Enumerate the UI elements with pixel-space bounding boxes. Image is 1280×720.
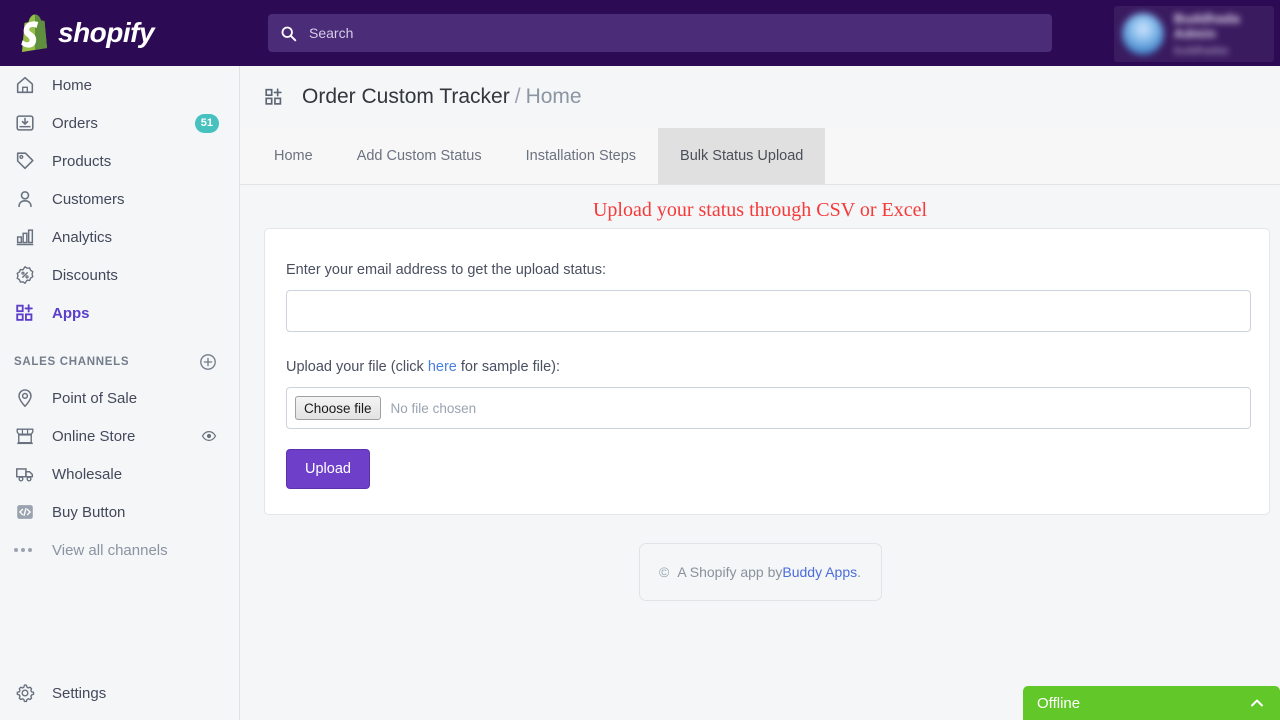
sidebar-item-orders[interactable]: Orders 51 [0, 104, 239, 142]
customers-person-icon [18, 191, 32, 208]
tab-bar: Home Add Custom Status Installation Step… [240, 128, 1280, 185]
chevron-up-icon[interactable] [1248, 694, 1266, 712]
sidebar-item-label: Apps [52, 304, 90, 322]
upload-label-pre: Upload your file (click [286, 359, 428, 375]
tab-installation-steps[interactable]: Installation Steps [504, 128, 658, 184]
sidebar-item-label: Analytics [52, 228, 113, 246]
footer-period: . [857, 564, 862, 580]
breadcrumb-separator: / [514, 85, 521, 108]
sidebar-item-buy-button[interactable]: Buy Button [0, 493, 239, 531]
sidebar-item-label: Online Store [52, 427, 136, 445]
footer-text: A Shopify app by [677, 564, 783, 580]
upload-file-label: Upload your file (click here for sample … [286, 359, 1249, 375]
page-title: Order Custom Tracker [302, 85, 510, 108]
copyright-icon: © [658, 564, 670, 580]
search-placeholder: Search [309, 25, 354, 41]
choose-file-button[interactable]: Choose file [295, 396, 381, 420]
sidebar-item-label: Point of Sale [52, 389, 138, 407]
user-name: Buddhada Admin [1174, 11, 1240, 41]
tab-bulk-status-upload[interactable]: Bulk Status Upload [658, 128, 826, 184]
footer-pill: © A Shopify app by Buddy Apps . [638, 543, 882, 601]
user-store: buddhadas [1174, 45, 1229, 57]
sidebar-item-customers[interactable]: Customers [0, 180, 239, 218]
chat-status-label: Offline [1037, 694, 1081, 712]
email-field[interactable] [286, 290, 1251, 332]
eye-icon[interactable] [201, 428, 217, 444]
location-pin-icon [18, 389, 32, 408]
shopify-wordmark: shopify [58, 17, 155, 48]
delivery-truck-icon [16, 468, 34, 482]
gear-icon [16, 684, 35, 703]
sidebar-item-label: View all channels [52, 541, 168, 559]
footer: © A Shopify app by Buddy Apps . [240, 543, 1280, 601]
shopify-bag-icon [21, 14, 47, 52]
discounts-percent-icon [16, 266, 34, 284]
email-label: Enter your email address to get the uplo… [286, 262, 606, 278]
sidebar-item-label: Discounts [52, 266, 118, 284]
upload-button[interactable]: Upload [286, 449, 370, 489]
upload-label-post: for sample file): [456, 359, 561, 375]
sidebar-item-home[interactable]: Home [0, 66, 239, 104]
sidebar-item-settings[interactable]: Settings [0, 674, 240, 712]
sidebar-item-discounts[interactable]: Discounts [0, 256, 239, 294]
search-input[interactable]: Search [268, 14, 1052, 52]
orders-icon [16, 115, 34, 131]
settings-row: Settings [0, 674, 240, 712]
form-heading: Upload your status through CSV or Excel [592, 199, 928, 221]
orders-badge: 51 [194, 113, 219, 133]
sidebar-item-analytics[interactable]: Analytics [0, 218, 239, 256]
top-bar: shopify Search Buddhada Admin buddhadas [0, 0, 1280, 66]
sales-channels-title: SALES CHANNELS [14, 356, 130, 368]
sales-channels-header: SALES CHANNELS [0, 345, 239, 379]
ellipsis-icon [14, 548, 36, 552]
upload-form: Enter your email address to get the uplo… [265, 229, 1269, 489]
apps-grid-plus-icon [265, 88, 282, 105]
code-brackets-icon [17, 505, 33, 519]
sidebar-item-label: Wholesale [52, 465, 123, 483]
plus-circle-icon[interactable] [199, 353, 217, 371]
storefront-icon [16, 428, 34, 445]
sidebar: Home Orders 51 Products Customers Analyt… [0, 66, 240, 720]
file-input[interactable]: Choose file No file chosen [286, 387, 1251, 429]
tab-add-custom-status[interactable]: Add Custom Status [335, 128, 504, 184]
user-info: Buddhada Admin buddhadas [1174, 11, 1266, 57]
sidebar-item-label: Orders [52, 114, 98, 132]
apps-grid-plus-icon [16, 304, 33, 321]
sidebar-item-label: Products [52, 152, 112, 170]
analytics-bars-icon [16, 229, 34, 246]
tab-home[interactable]: Home [252, 128, 335, 184]
sidebar-item-label: Home [52, 76, 93, 94]
shopify-logo[interactable]: shopify [0, 0, 240, 66]
sidebar-item-wholesale[interactable]: Wholesale [0, 455, 239, 493]
breadcrumb: Home [525, 85, 582, 108]
main-content: Order Custom Tracker / Home Home Add Cus… [240, 66, 1280, 720]
search-icon [281, 26, 297, 41]
sidebar-item-products[interactable]: Products [0, 142, 239, 180]
sidebar-item-online-store[interactable]: Online Store [0, 417, 239, 455]
sidebar-item-apps[interactable]: Apps [0, 294, 239, 332]
user-menu[interactable]: Buddhada Admin buddhadas [1114, 6, 1274, 62]
sidebar-item-view-all-channels[interactable]: View all channels [0, 531, 239, 569]
sample-file-link[interactable]: here [428, 359, 457, 375]
sidebar-item-label: Customers [52, 190, 125, 208]
page-header: Order Custom Tracker / Home [240, 66, 1280, 128]
products-tag-icon [16, 152, 34, 170]
sidebar-item-label: Buy Button [52, 503, 126, 521]
no-file-chosen-text: No file chosen [390, 400, 477, 416]
upload-card: Enter your email address to get the uplo… [264, 228, 1270, 515]
avatar [1122, 13, 1164, 55]
home-icon [16, 76, 34, 94]
buddy-apps-link[interactable]: Buddy Apps [782, 564, 857, 580]
sidebar-item-label: Settings [52, 684, 107, 702]
chat-widget[interactable]: Offline [1023, 686, 1280, 720]
sidebar-item-point-of-sale[interactable]: Point of Sale [0, 379, 239, 417]
